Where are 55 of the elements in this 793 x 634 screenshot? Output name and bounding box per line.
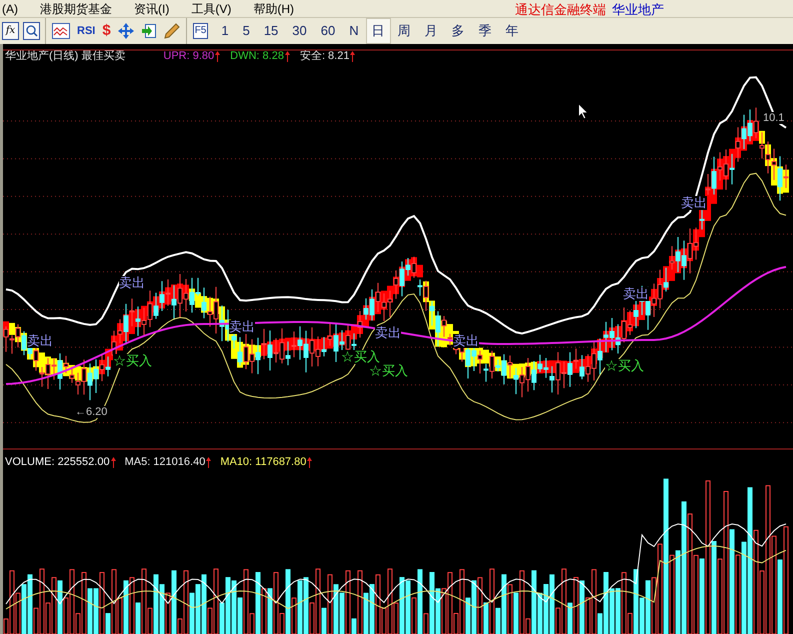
rsi-button[interactable]: RSI [77,22,96,40]
period-tab[interactable]: 周 [390,18,418,44]
period-tab[interactable]: 1 [214,18,236,44]
sell-signal: 卖出 [681,196,707,210]
buy-signal: ☆买入 [113,354,152,368]
period-tab[interactable]: 60 [314,18,342,44]
period-tab[interactable]: 30 [285,18,314,44]
line-chart-icon[interactable] [52,23,70,39]
sell-signal: 卖出 [229,320,255,334]
period-tab[interactable]: 日 [366,18,391,44]
indicator-value: UPR: 9.80 [163,49,214,64]
zoom-icon[interactable] [23,22,40,40]
indicator-value: DWN: 8.28 [230,49,284,64]
dollar-button[interactable]: $ [102,20,111,42]
period-tab[interactable]: 月 [418,18,445,44]
period-tab[interactable]: 5 [236,18,257,44]
up-arrow-icon [110,456,116,468]
sell-signal: 卖出 [375,326,401,340]
sell-signal: 卖出 [119,276,145,290]
price-label: 10.1 [763,112,784,124]
indicator-value: 安全: 8.21 [300,49,350,64]
move-icon[interactable] [118,23,134,39]
menu-item[interactable]: 资讯(I) [134,0,170,18]
menu-item[interactable]: 工具(V) [191,0,232,18]
period-tab[interactable]: 15 [256,18,286,44]
period-tab[interactable]: 年 [498,18,526,44]
up-arrow-icon [284,50,290,62]
period-tab[interactable]: N [342,18,366,44]
period-tab[interactable]: 季 [472,18,499,44]
pencil-icon[interactable] [164,23,180,39]
function-key-button[interactable]: F5 [192,23,208,39]
enter-icon[interactable] [140,23,157,39]
chart-title: 华业地产(日线) 最佳买卖 [5,49,126,64]
period-tab[interactable]: 多 [444,18,472,44]
sell-signal: 卖出 [623,287,649,301]
up-arrow-icon [215,50,220,62]
up-arrow-icon [307,456,312,468]
buy-signal: ☆买入 [369,364,408,378]
menu-item[interactable]: 港股期货基金 [40,0,112,18]
cursor-icon [578,103,589,120]
up-arrow-icon [206,456,212,468]
formula-button[interactable]: fx [2,22,19,40]
indicator-value: MA5: 121016.40 [124,455,206,470]
up-arrow-icon [350,50,356,62]
indicator-value: MA10: 117687.80 [220,455,306,470]
stock-name: 华业地产 [612,1,664,19]
buy-signal: ☆买入 [341,350,380,364]
sell-signal: 卖出 [453,334,479,348]
menu-item[interactable]: (A) [2,0,18,18]
indicator-value: VOLUME: 225552.00 [5,455,110,470]
buy-signal: ☆买入 [605,359,644,373]
price-label: ←6.20 [75,406,108,418]
app-title: 通达信金融终端 [515,1,606,19]
sell-signal: 卖出 [27,334,53,348]
menu-item[interactable]: 帮助(H) [253,0,294,18]
